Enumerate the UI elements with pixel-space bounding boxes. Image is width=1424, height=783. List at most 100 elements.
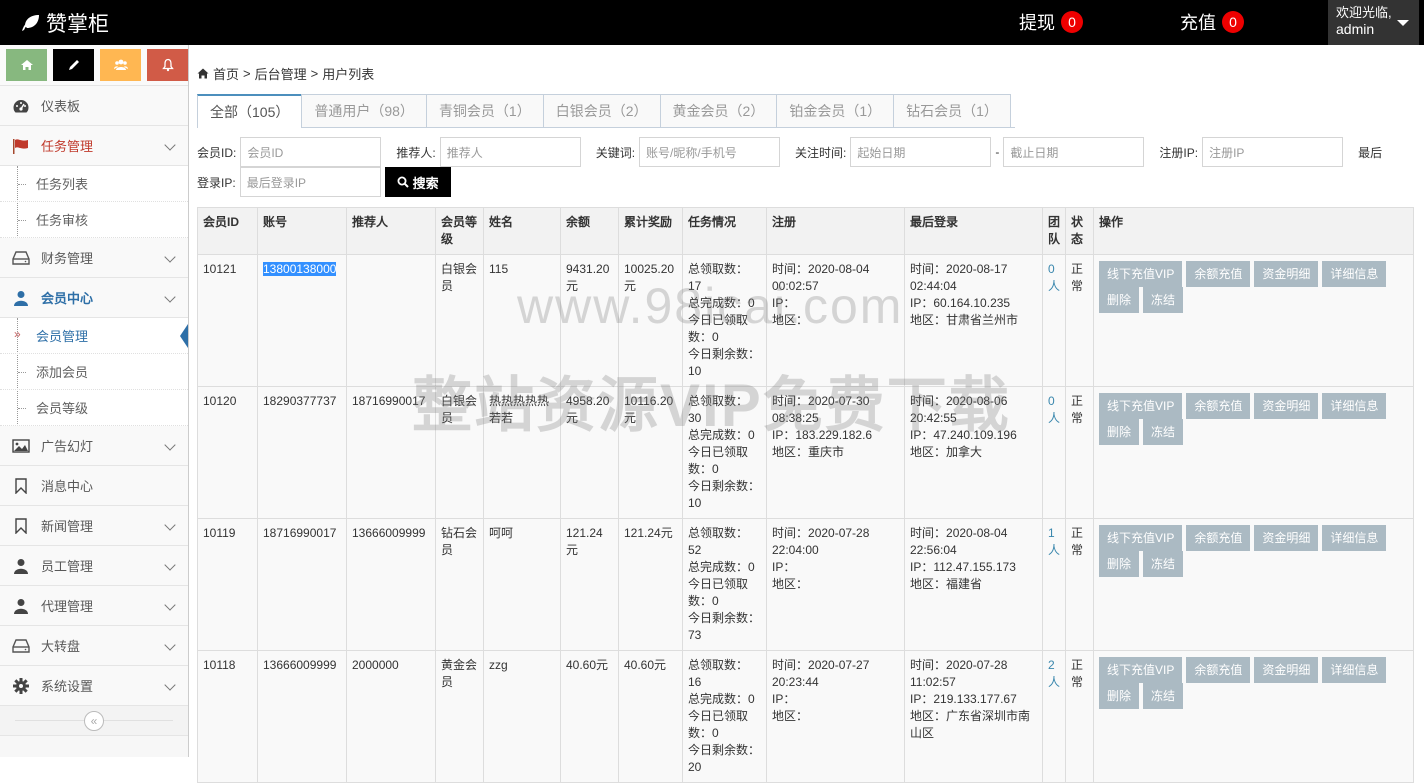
offline-vip-recharge-button[interactable]: 线下充值VIP: [1099, 261, 1183, 287]
reg-ip-input[interactable]: 注册IP: [1202, 137, 1344, 167]
sidebar-item-finance[interactable]: 财务管理: [0, 238, 188, 278]
collapse-sidebar-button[interactable]: «: [84, 711, 104, 731]
referrer-input[interactable]: 推荐人: [439, 137, 581, 167]
shortcut-pencil-button[interactable]: [53, 49, 94, 81]
task-today-left: 今日剩余数： 20: [688, 742, 761, 776]
sidebar-subitem-task-list[interactable]: 任务列表: [0, 166, 188, 202]
balance-recharge-button[interactable]: 余额充值: [1186, 525, 1251, 551]
shortcut-bell-button[interactable]: [147, 49, 188, 81]
breadcrumb-home-link[interactable]: 首页: [213, 64, 239, 83]
member-id-input[interactable]: 会员ID: [240, 137, 382, 167]
delete-button[interactable]: 删除: [1099, 419, 1140, 445]
details-button[interactable]: 详细信息: [1322, 525, 1387, 551]
fund-details-button[interactable]: 资金明细: [1254, 657, 1319, 683]
balance-cell: 40.60元: [560, 650, 619, 783]
brand[interactable]: 赞掌柜: [20, 8, 109, 38]
tab-bronze[interactable]: 青铜会员（1）: [425, 94, 544, 127]
column-header: 任务情况: [682, 207, 767, 255]
ip-line: IP：: [772, 559, 899, 576]
team-count-link[interactable]: 1人: [1048, 526, 1060, 557]
balance-recharge-button[interactable]: 余额充值: [1186, 657, 1251, 683]
tab-platinum[interactable]: 铂金会员（1）: [776, 94, 895, 127]
login-ip-input[interactable]: 最后登录IP: [239, 167, 381, 197]
hdd-icon: [12, 637, 30, 655]
details-button[interactable]: 详细信息: [1322, 393, 1387, 419]
region-label: 地区：: [772, 445, 809, 459]
status-cell: 正常: [1065, 650, 1095, 783]
sidebar-subitem-task-review[interactable]: 任务审核: [0, 202, 188, 238]
team-count-link[interactable]: 0人: [1048, 262, 1060, 293]
team-count-link[interactable]: 2人: [1048, 658, 1060, 689]
fund-details-button[interactable]: 资金明细: [1254, 393, 1319, 419]
search-button[interactable]: 搜索: [384, 167, 451, 197]
tab-regular[interactable]: 普通用户（98）: [301, 94, 427, 127]
tab-all[interactable]: 全部（105）: [197, 94, 303, 128]
column-header: 操作: [1093, 207, 1415, 255]
fund-details-button[interactable]: 资金明细: [1254, 261, 1319, 287]
sidebar-item-members[interactable]: 会员中心: [0, 278, 188, 318]
end-date-input[interactable]: 截止日期: [1003, 137, 1145, 167]
sidebar-item-staff[interactable]: 员工管理: [0, 546, 188, 586]
ip-line: IP：219.133.177.67: [910, 691, 1037, 708]
tab-silver[interactable]: 白银会员（2）: [542, 94, 661, 127]
withdraw-link[interactable]: 提现 0: [1019, 9, 1083, 35]
member-level-tabs: 全部（105） 普通用户（98） 青铜会员（1） 白银会员（2） 黄金会员（2）…: [197, 94, 1015, 128]
delete-button[interactable]: 删除: [1099, 287, 1140, 313]
sidebar-item-ads[interactable]: 广告幻灯: [0, 426, 188, 466]
tab-diamond[interactable]: 钻石会员（1）: [893, 94, 1011, 127]
details-button[interactable]: 详细信息: [1322, 261, 1387, 287]
time-label: 时间：: [772, 394, 809, 408]
column-header: 最后登录: [904, 207, 1043, 255]
team-count-link[interactable]: 0人: [1048, 394, 1060, 425]
sidebar-item-label: 新闻管理: [41, 519, 94, 534]
sidebar-item-messages[interactable]: 消息中心: [0, 466, 188, 506]
sidebar-item-dashboard[interactable]: 仪表板: [0, 86, 188, 126]
sidebar-subitem-member-management[interactable]: 会员管理: [0, 318, 188, 354]
sidebar-subitem-member-levels[interactable]: 会员等级: [0, 390, 188, 426]
shortcut-home-button[interactable]: [6, 49, 47, 81]
bell-icon: [161, 58, 174, 72]
sidebar-item-label: 财务管理: [41, 251, 94, 266]
keyword-label: 关键词:: [595, 145, 636, 160]
fund-details-button[interactable]: 资金明细: [1254, 525, 1319, 551]
status-cell: 正常: [1065, 386, 1095, 519]
user-greeting: 欢迎光临,: [1336, 5, 1392, 20]
delete-button[interactable]: 删除: [1099, 683, 1140, 709]
task-label: 今日剩余数：: [688, 611, 761, 625]
offline-vip-recharge-button[interactable]: 线下充值VIP: [1099, 657, 1183, 683]
sidebar-item-tasks[interactable]: 任务管理: [0, 126, 188, 166]
keyword-input[interactable]: 账号/昵称/手机号: [639, 137, 781, 167]
balance-recharge-button[interactable]: 余额充值: [1186, 261, 1251, 287]
sidebar-item-label: 系统设置: [41, 679, 94, 694]
start-date-input[interactable]: 起始日期: [850, 137, 992, 167]
freeze-button[interactable]: 冻结: [1143, 683, 1184, 709]
shortcut-users-button[interactable]: [100, 49, 141, 81]
region-line: 地区：: [772, 708, 899, 725]
freeze-button[interactable]: 冻结: [1143, 287, 1184, 313]
breadcrumb: 首页 > 后台管理 > 用户列表: [197, 64, 374, 83]
time-label: 时间：: [910, 526, 947, 540]
user-menu[interactable]: 欢迎光临, admin: [1328, 0, 1419, 45]
sidebar-item-news[interactable]: 新闻管理: [0, 506, 188, 546]
double-angle-left-icon: «: [90, 714, 98, 728]
delete-button[interactable]: 删除: [1099, 551, 1140, 577]
sidebar-item-settings[interactable]: 系统设置: [0, 666, 188, 706]
sidebar-item-lucky-wheel[interactable]: 大转盘: [0, 626, 188, 666]
sidebar-item-agents[interactable]: 代理管理: [0, 586, 188, 626]
task-value: 0: [748, 692, 755, 706]
balance-recharge-button[interactable]: 余额充值: [1186, 393, 1251, 419]
breadcrumb-admin-link[interactable]: 后台管理: [255, 64, 307, 83]
recharge-link[interactable]: 充值 0: [1180, 9, 1244, 35]
sidebar-subitem-add-member[interactable]: 添加会员: [0, 354, 188, 390]
freeze-button[interactable]: 冻结: [1143, 551, 1184, 577]
offline-vip-recharge-button[interactable]: 线下充值VIP: [1099, 525, 1183, 551]
offline-vip-recharge-button[interactable]: 线下充值VIP: [1099, 393, 1183, 419]
ip-label: IP：: [772, 692, 796, 706]
freeze-button[interactable]: 冻结: [1143, 419, 1184, 445]
login-ip-label: 登录IP:: [197, 175, 236, 190]
details-button[interactable]: 详细信息: [1322, 657, 1387, 683]
tab-gold[interactable]: 黄金会员（2）: [659, 94, 778, 127]
sidebar: 仪表板 任务管理 任务列表 任务审核 财务管理 会员中心 会员管理 添加会员 会…: [0, 45, 189, 757]
time-line: 时间：2020-08-04 22:56:04: [910, 525, 1037, 559]
ip-value: 47.240.109.196: [933, 428, 1017, 442]
